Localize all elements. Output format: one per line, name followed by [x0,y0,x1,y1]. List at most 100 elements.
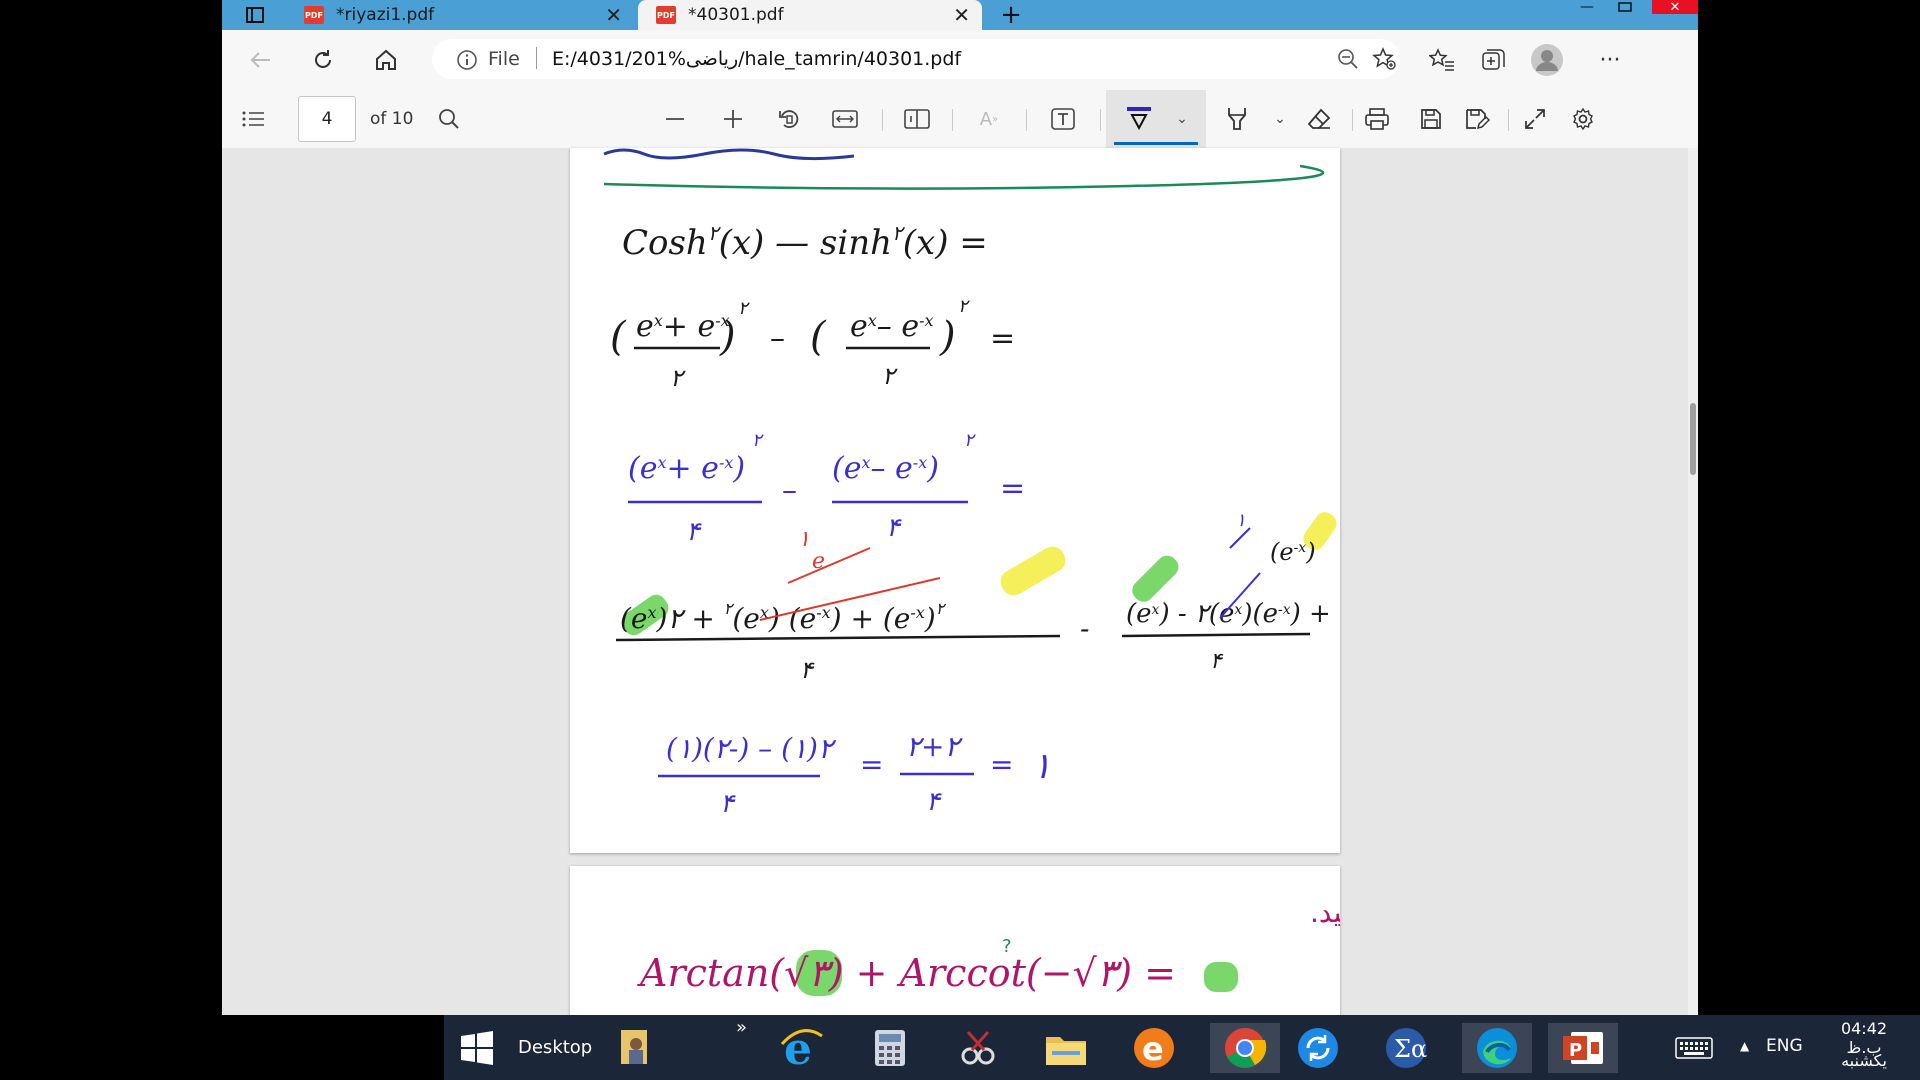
zoom-in-icon[interactable] [718,90,748,148]
svg-text:٢: ٢ [958,296,970,317]
app-e-icon[interactable]: e [1128,1023,1180,1073]
equation-line-2: ( ex+ e-x ٢ ) ٢ – ( ex– e-x ٢ ) ٢ = [610,296,1015,392]
svg-text:–: – [782,473,797,508]
desktop-label[interactable]: Desktop [518,1037,592,1058]
chevron-down-icon[interactable]: ⌄ [1176,111,1188,127]
zoom-out-icon[interactable] [660,90,690,148]
svg-text:۴: ۴ [926,787,942,817]
back-icon[interactable] [246,46,274,74]
fit-width-icon[interactable] [830,90,860,148]
svg-text:-: - [1080,612,1089,645]
url-box[interactable]: File E:/4031/201%ریاضی/hale_tamrin/40301… [432,39,1400,79]
highlight-tool-icon[interactable] [1222,90,1252,148]
tab-40301[interactable]: PDF *40301.pdf ✕ [638,0,982,30]
tab-riyazi1[interactable]: PDF *riyazi1.pdf ✕ [304,0,634,30]
draw-tool-button[interactable]: ⌄ [1106,90,1206,148]
svg-text:٢: ٢ [738,298,750,319]
handwritten-question: سوال: مقادیر زیر را محاسبه کنید. Arctan(… [637,896,1340,996]
math-input-icon[interactable]: Σα [1380,1023,1432,1073]
svg-text:=: = [990,748,1013,781]
folder-user-icon[interactable] [610,1023,662,1073]
svg-text:۴: ۴ [686,517,702,547]
equation-line-3: (ex+ e-x) ٢ ۴ – (ex– e-x) ٢ ۴ = [628,430,1025,547]
pdf-icon: PDF [656,6,676,24]
scrollbar-thumb[interactable] [1690,403,1696,475]
scrollbar[interactable] [1688,148,1698,1015]
tab-actions-icon[interactable] [244,4,266,26]
page-number-input[interactable]: 4 [298,96,356,142]
svg-text:(: ( [610,314,627,360]
keyboard-icon[interactable] [1674,1023,1714,1073]
svg-text:(ex– e-x): (ex– e-x) [832,451,939,486]
divider [1352,109,1353,131]
restore-icon[interactable] [1614,0,1636,14]
page-view-icon[interactable] [902,90,932,148]
chevron-down-icon[interactable]: ⌄ [1270,90,1290,148]
internet-explorer-icon[interactable]: e [776,1023,828,1073]
svg-text:?: ? [1002,936,1012,957]
close-tab-icon[interactable]: ✕ [605,3,622,27]
pdf-page: Cosh٢(x) — sinh٢(x) = ( ex+ e-x ٢ ) ٢ – … [570,148,1340,990]
snipping-tool-icon[interactable] [952,1023,1004,1073]
rotate-icon[interactable] [774,90,804,148]
file-explorer-icon[interactable] [1040,1023,1092,1073]
page-count-label: of 10 [370,109,414,129]
close-tab-icon[interactable]: ✕ [953,3,970,27]
settings-icon[interactable] [1568,90,1598,148]
pdf-toolbar: 4 of 10 A» ⌄ ⌄ [222,90,1698,149]
svg-text:(ex) - ٢(ex)(e-x) +: (ex) - ٢(ex)(e-x) + [1126,599,1331,629]
svg-text:–: – [770,321,785,356]
svg-text:e: e [1142,1030,1164,1068]
overflow-icon[interactable]: » [736,1017,747,1038]
svg-text:١: ١ [1032,746,1051,787]
info-icon[interactable] [456,49,478,71]
svg-text:=: = [990,321,1015,356]
clock-day[interactable]: یکشنبه [1824,1051,1904,1070]
search-icon[interactable] [434,90,464,148]
handwritten-solution: Cosh٢(x) — sinh٢(x) = ( ex+ e-x ٢ ) ٢ – … [603,148,1337,990]
svg-text:۴: ۴ [800,656,815,684]
save-as-icon[interactable] [1462,90,1492,148]
svg-text:Σα: Σα [1394,1035,1427,1063]
collections-icon[interactable] [1480,47,1508,73]
zoom-out-icon[interactable] [1336,47,1360,71]
minimize-icon[interactable]: — [1576,0,1598,15]
equation-line-1: Cosh٢(x) — sinh٢(x) = [622,221,988,263]
chrome-icon[interactable] [1210,1023,1280,1073]
svg-text:١: ١ [798,527,810,552]
save-icon[interactable] [1416,90,1446,148]
powerpoint-icon[interactable]: P [1548,1023,1618,1073]
chevron-up-icon[interactable]: ▲ [1740,1039,1749,1053]
pdf-viewer[interactable]: Cosh٢(x) — sinh٢(x) = ( ex+ e-x ٢ ) ٢ – … [222,148,1688,1026]
address-bar-row: File E:/4031/201%ریاضی/hale_tamrin/40301… [222,30,1698,90]
profile-avatar[interactable] [1530,43,1564,77]
start-icon[interactable] [456,1023,498,1073]
calculator-icon[interactable] [864,1023,916,1073]
taskbar: Desktop » e e Σα P ▲ ENG 04:42 ب.ظ یکشنب… [444,1015,1920,1080]
sync-app-icon[interactable] [1292,1023,1344,1073]
add-favorite-icon[interactable] [1372,47,1396,71]
divider [952,109,953,131]
url-text[interactable]: E:/4031/201%ریاضی/hale_tamrin/40301.pdf [552,48,961,70]
language-indicator[interactable]: ENG [1766,1036,1803,1056]
read-aloud-icon[interactable]: A» [974,90,1004,148]
contents-list-icon[interactable] [238,90,268,148]
svg-text:۴: ۴ [1210,649,1224,674]
more-options-icon[interactable]: ··· [1596,46,1624,74]
eraser-icon[interactable] [1304,90,1334,148]
divider [882,109,883,131]
refresh-icon[interactable] [309,46,337,74]
svg-text:٢: ٢ [882,362,898,390]
new-tab-icon[interactable]: + [998,0,1024,30]
print-icon[interactable] [1362,90,1392,148]
svg-text:(e-x): (e-x) [1270,538,1316,566]
pdf-icon: PDF [304,6,324,24]
fullscreen-icon[interactable] [1520,90,1550,148]
text-box-icon[interactable] [1048,90,1078,148]
edge-icon[interactable] [1462,1023,1532,1073]
question-text: سوال: مقادیر زیر را محاسبه کنید. [1310,896,1340,929]
home-icon[interactable] [372,46,400,74]
favorites-icon[interactable] [1428,47,1456,73]
close-window-icon[interactable]: ✕ [1652,0,1698,15]
svg-text:٢(١) – (-٢)(١): ٢(١) – (-٢)(١) [666,732,837,765]
